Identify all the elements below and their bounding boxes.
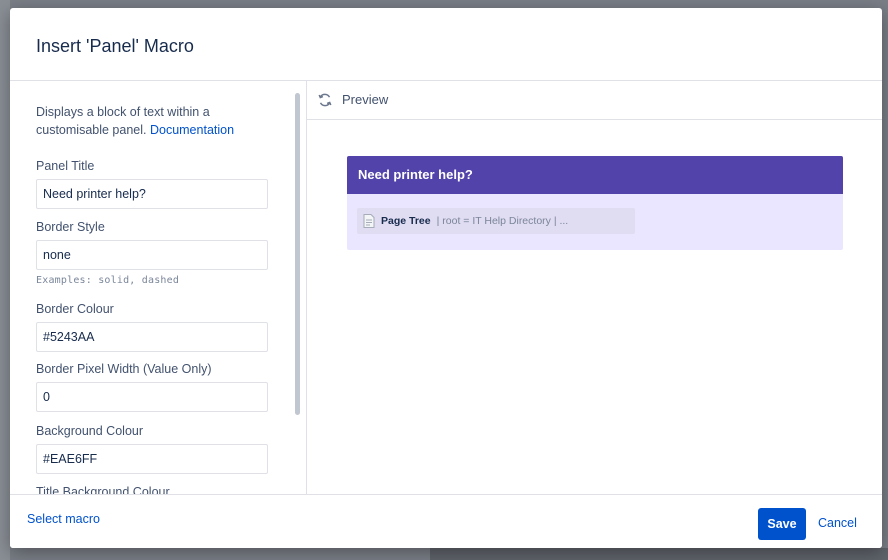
macro-name: Page Tree <box>381 215 431 227</box>
background-page <box>0 0 10 560</box>
preview-header: Preview <box>307 81 882 120</box>
insert-macro-dialog: Insert 'Panel' Macro Displays a block of… <box>10 8 882 548</box>
border-style-hint: Examples: solid, dashed <box>36 275 180 286</box>
dialog-header: Insert 'Panel' Macro <box>10 8 882 81</box>
border-style-input[interactable] <box>36 240 268 270</box>
panel-title-label: Panel Title <box>36 159 95 173</box>
border-width-label: Border Pixel Width (Value Only) <box>36 362 212 376</box>
background-colour-input[interactable] <box>36 444 268 474</box>
page-tree-icon <box>363 214 375 228</box>
panel-title-input[interactable] <box>36 179 268 209</box>
cancel-link[interactable]: Cancel <box>818 516 857 530</box>
macro-params: | root = IT Help Directory | ... <box>436 215 569 227</box>
border-style-label: Border Style <box>36 220 105 234</box>
panel-preview: Need printer help? Page Tree | root = IT… <box>347 156 843 250</box>
border-colour-input[interactable] <box>36 322 268 352</box>
border-colour-label: Border Colour <box>36 302 114 316</box>
dialog-footer: Select macro Save Cancel <box>10 494 882 548</box>
macro-description: Displays a block of text within a custom… <box>36 103 276 139</box>
preview-label: Preview <box>342 92 389 107</box>
parameters-scrollbar-thumb[interactable] <box>295 93 300 415</box>
background-page-bar <box>430 548 888 560</box>
dialog-title: Insert 'Panel' Macro <box>36 36 194 56</box>
border-width-input[interactable] <box>36 382 268 412</box>
select-macro-link[interactable]: Select macro <box>27 512 100 526</box>
documentation-link[interactable]: Documentation <box>150 123 234 137</box>
page-tree-macro-placeholder: Page Tree | root = IT Help Directory | .… <box>357 208 635 234</box>
macro-parameters-pane[interactable]: Displays a block of text within a custom… <box>10 81 307 495</box>
refresh-icon[interactable] <box>317 92 333 108</box>
preview-pane: Preview Need printer help? Page Tree | r… <box>307 81 882 495</box>
save-button[interactable]: Save <box>758 508 806 540</box>
background-colour-label: Background Colour <box>36 424 144 438</box>
panel-preview-title: Need printer help? <box>347 156 843 194</box>
